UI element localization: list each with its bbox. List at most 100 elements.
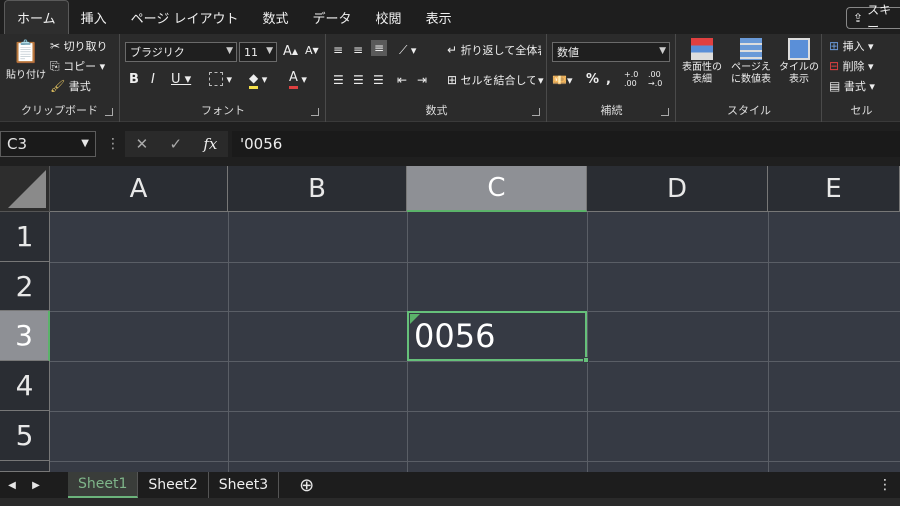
- clipboard-launcher-icon[interactable]: [105, 108, 113, 116]
- cancel-icon[interactable]: ✕: [136, 135, 149, 153]
- sheet-tab-1[interactable]: Sheet1: [68, 472, 139, 498]
- sheet-tab-2[interactable]: Sheet2: [138, 472, 209, 498]
- bold-button[interactable]: B: [129, 72, 139, 87]
- row-header-6[interactable]: [0, 461, 50, 472]
- clipboard-group-label: クリップボード: [21, 104, 98, 117]
- font-name-combo[interactable]: ブラジリク ▼: [125, 42, 237, 62]
- align-right-icon: ☰: [373, 73, 384, 87]
- align-left-button[interactable]: ☰: [333, 72, 344, 88]
- tab-insert[interactable]: 挿入: [69, 0, 119, 34]
- worksheet-grid[interactable]: A B C D E 1 2 3 4 5 0056: [0, 166, 900, 472]
- align-bottom-button[interactable]: ≡: [371, 40, 388, 56]
- font-group: ブラジリク ▼ 11 ▼ A ▲ A ▼ B I U ▾ ▾ ◆ ▾ A ▾ フォント: [121, 34, 326, 122]
- status-bar: [0, 498, 900, 506]
- cell-styles-button[interactable]: タイルの表示: [777, 38, 821, 86]
- delete-cells-button[interactable]: ⊟ 削除 ▾: [829, 58, 874, 74]
- font-color-icon: A: [289, 70, 298, 89]
- tab-formulas[interactable]: 数式: [251, 0, 301, 34]
- sheet-tab-bar: ◀ ▶ Sheet1 Sheet2 Sheet3 ⊕ ⋮: [0, 472, 900, 498]
- paste-button[interactable]: 📋 貼り付け: [4, 40, 48, 81]
- tab-view[interactable]: 表示: [414, 0, 464, 34]
- orientation-button[interactable]: ⟋ ▾: [399, 42, 416, 58]
- row-header-1[interactable]: 1: [0, 212, 50, 262]
- merge-center-button[interactable]: ⊞ セルを結合して中央揃え ▾: [447, 72, 544, 88]
- more-options-icon[interactable]: ⋮: [106, 136, 120, 152]
- styles-group: 表面性の表細 ページえに数値表 タイルの表示 スタイル: [677, 34, 822, 122]
- enter-icon[interactable]: ✓: [169, 135, 182, 153]
- align-top-icon: ≡: [333, 43, 344, 57]
- shrink-font-button[interactable]: A ▼: [305, 44, 319, 57]
- scroll-left-icon[interactable]: ◀: [0, 480, 24, 491]
- increase-decimal-button[interactable]: +.0 .00: [624, 70, 646, 88]
- formula-controls: ✕ ✓ fx: [125, 131, 228, 157]
- delete-icon: ⊟: [829, 59, 840, 73]
- tab-home[interactable]: ホーム: [4, 0, 69, 34]
- column-header-e[interactable]: E: [768, 166, 900, 212]
- conditional-formatting-button[interactable]: 表面性の表細: [679, 38, 725, 86]
- align-middle-button[interactable]: ≡: [353, 42, 363, 58]
- font-color-button[interactable]: A ▾: [289, 70, 307, 89]
- percent-button[interactable]: %: [586, 72, 599, 87]
- format-as-table-button[interactable]: ページえに数値表: [727, 38, 775, 86]
- cut-button[interactable]: ✂ 切り取り: [50, 38, 108, 54]
- format-cells-button[interactable]: ▤ 書式 ▾: [829, 78, 875, 94]
- row-header-4[interactable]: 4: [0, 361, 50, 411]
- underline-button[interactable]: U ▾: [171, 72, 191, 87]
- insert-cells-button[interactable]: ⊞ 挿入 ▾: [829, 38, 874, 54]
- italic-button[interactable]: I: [151, 72, 155, 87]
- row-header-2[interactable]: 2: [0, 262, 50, 311]
- scroll-right-icon[interactable]: ▶: [24, 480, 48, 491]
- name-box[interactable]: C3 ▼: [0, 131, 96, 157]
- tab-page-layout[interactable]: ページ レイアウト: [119, 0, 251, 34]
- insert-function-button[interactable]: fx: [203, 135, 217, 153]
- currency-button[interactable]: 💴 ▾: [552, 72, 572, 88]
- error-indicator-icon: [410, 314, 420, 324]
- format-painter-button[interactable]: 🖌 書式: [50, 78, 91, 94]
- number-launcher-icon[interactable]: [661, 108, 669, 116]
- font-launcher-icon[interactable]: [311, 108, 319, 116]
- comma-button[interactable]: ,: [606, 72, 611, 87]
- sheet-tab-3[interactable]: Sheet3: [209, 472, 280, 498]
- grow-font-button[interactable]: A ▲: [283, 44, 298, 59]
- tab-review[interactable]: 校閲: [364, 0, 414, 34]
- fill-color-button[interactable]: ◆ ▾: [249, 70, 267, 89]
- clipboard-group: 📋 貼り付け ✂ 切り取り ⎘ コピー ▾ 🖌 書式 クリップボード: [0, 34, 120, 122]
- add-sheet-button[interactable]: ⊕: [299, 475, 314, 496]
- clipboard-paste-icon: 📋: [12, 40, 40, 65]
- align-right-button[interactable]: ☰: [373, 72, 384, 88]
- number-format-combo[interactable]: 数値 ▼: [552, 42, 670, 62]
- align-center-button[interactable]: ☰: [353, 72, 364, 88]
- select-all-button[interactable]: [0, 166, 50, 212]
- merge-icon: ⊞: [447, 73, 458, 87]
- row-header-5[interactable]: 5: [0, 411, 50, 461]
- alignment-launcher-icon[interactable]: [532, 108, 540, 116]
- column-header-b[interactable]: B: [228, 166, 407, 212]
- cell-c3[interactable]: 0056: [407, 311, 589, 363]
- align-center-icon: ☰: [353, 73, 364, 87]
- font-size-combo[interactable]: 11 ▼: [239, 42, 277, 62]
- chevron-down-icon: ▼: [266, 46, 273, 56]
- font-group-label: フォント: [201, 104, 245, 117]
- styles-group-label: スタイル: [727, 104, 771, 117]
- tab-data[interactable]: データ: [301, 0, 364, 34]
- more-sheets-icon[interactable]: ⋮: [878, 477, 892, 493]
- brush-icon: 🖌: [50, 79, 66, 93]
- decrease-decimal-button[interactable]: .00 →.0: [648, 70, 670, 88]
- gridline: [228, 212, 229, 472]
- wrap-text-button[interactable]: ↵ 折り返して全体表示: [447, 42, 541, 58]
- ribbon: 📋 貼り付け ✂ 切り取り ⎘ コピー ▾ 🖌 書式 クリップボード ブラジリク…: [0, 34, 900, 122]
- decrease-indent-button[interactable]: ⇤: [397, 72, 407, 88]
- formula-input[interactable]: '0056: [232, 131, 900, 157]
- fill-handle[interactable]: [583, 357, 589, 363]
- increase-indent-button[interactable]: ⇥: [417, 72, 427, 88]
- share-button[interactable]: ⇪ スキー: [846, 3, 900, 34]
- column-header-d[interactable]: D: [587, 166, 768, 212]
- column-header-c[interactable]: C: [407, 166, 587, 212]
- borders-button[interactable]: ▾: [209, 72, 232, 86]
- row-header-3[interactable]: 3: [0, 311, 50, 361]
- align-top-button[interactable]: ≡: [333, 42, 343, 58]
- gridline: [50, 411, 900, 412]
- column-header-a[interactable]: A: [50, 166, 228, 212]
- gridline: [50, 461, 900, 462]
- copy-button[interactable]: ⎘ コピー ▾: [50, 58, 105, 74]
